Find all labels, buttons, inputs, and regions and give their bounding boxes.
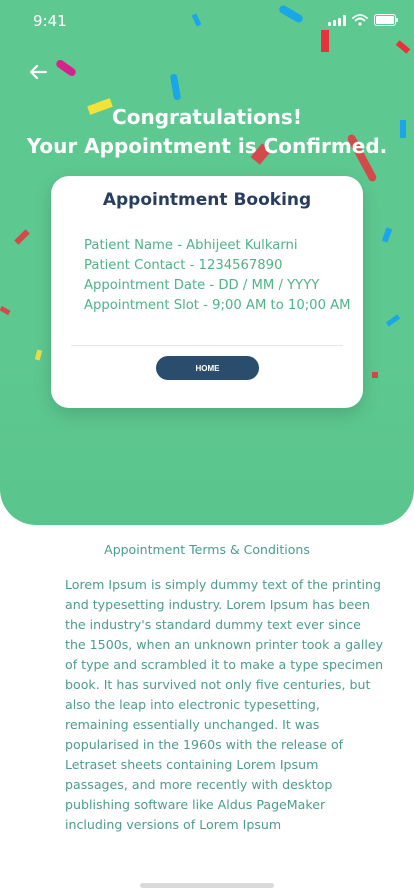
headline-congratulations: Congratulations!: [112, 105, 302, 129]
confetti-piece: [385, 314, 401, 327]
patient-contact: Patient Contact - 1234567890: [84, 258, 283, 273]
confetti-piece: [54, 58, 78, 78]
home-indicator[interactable]: [140, 883, 274, 888]
home-button[interactable]: HOME: [156, 356, 259, 380]
terms-body: Lorem Ipsum is simply dummy text of the …: [65, 577, 384, 832]
confetti-piece: [0, 305, 11, 316]
confetti-piece: [14, 229, 30, 245]
status-icons: [328, 14, 398, 26]
headline-confirmed: Your Appointment is Confirmed.: [26, 134, 388, 158]
status-bar: 9:41: [0, 0, 414, 44]
patient-name: Patient Name - Abhijeet Kulkarni: [84, 238, 298, 253]
card-divider: [71, 345, 343, 346]
confetti-piece: [372, 372, 378, 378]
hero-background: 9:41 Congratulations! Your Appointment i…: [0, 0, 414, 525]
appointment-card: Appointment Booking Patient Name - Abhij…: [51, 176, 363, 408]
appointment-slot: Appointment Slot - 9;00 AM to 10;00 AM: [84, 298, 351, 313]
terms-title: Appointment Terms & Conditions: [104, 542, 310, 557]
back-button[interactable]: [28, 62, 54, 88]
status-time: 9:41: [33, 12, 67, 30]
wifi-icon: [352, 14, 368, 26]
appointment-date: Appointment Date - DD / MM / YYYY: [84, 278, 320, 293]
signal-icon: [328, 14, 346, 26]
battery-icon: [374, 14, 398, 26]
card-title: Appointment Booking: [102, 190, 312, 210]
confetti-piece: [169, 73, 182, 101]
arrow-left-icon: [29, 64, 48, 80]
confetti-piece: [381, 227, 393, 243]
